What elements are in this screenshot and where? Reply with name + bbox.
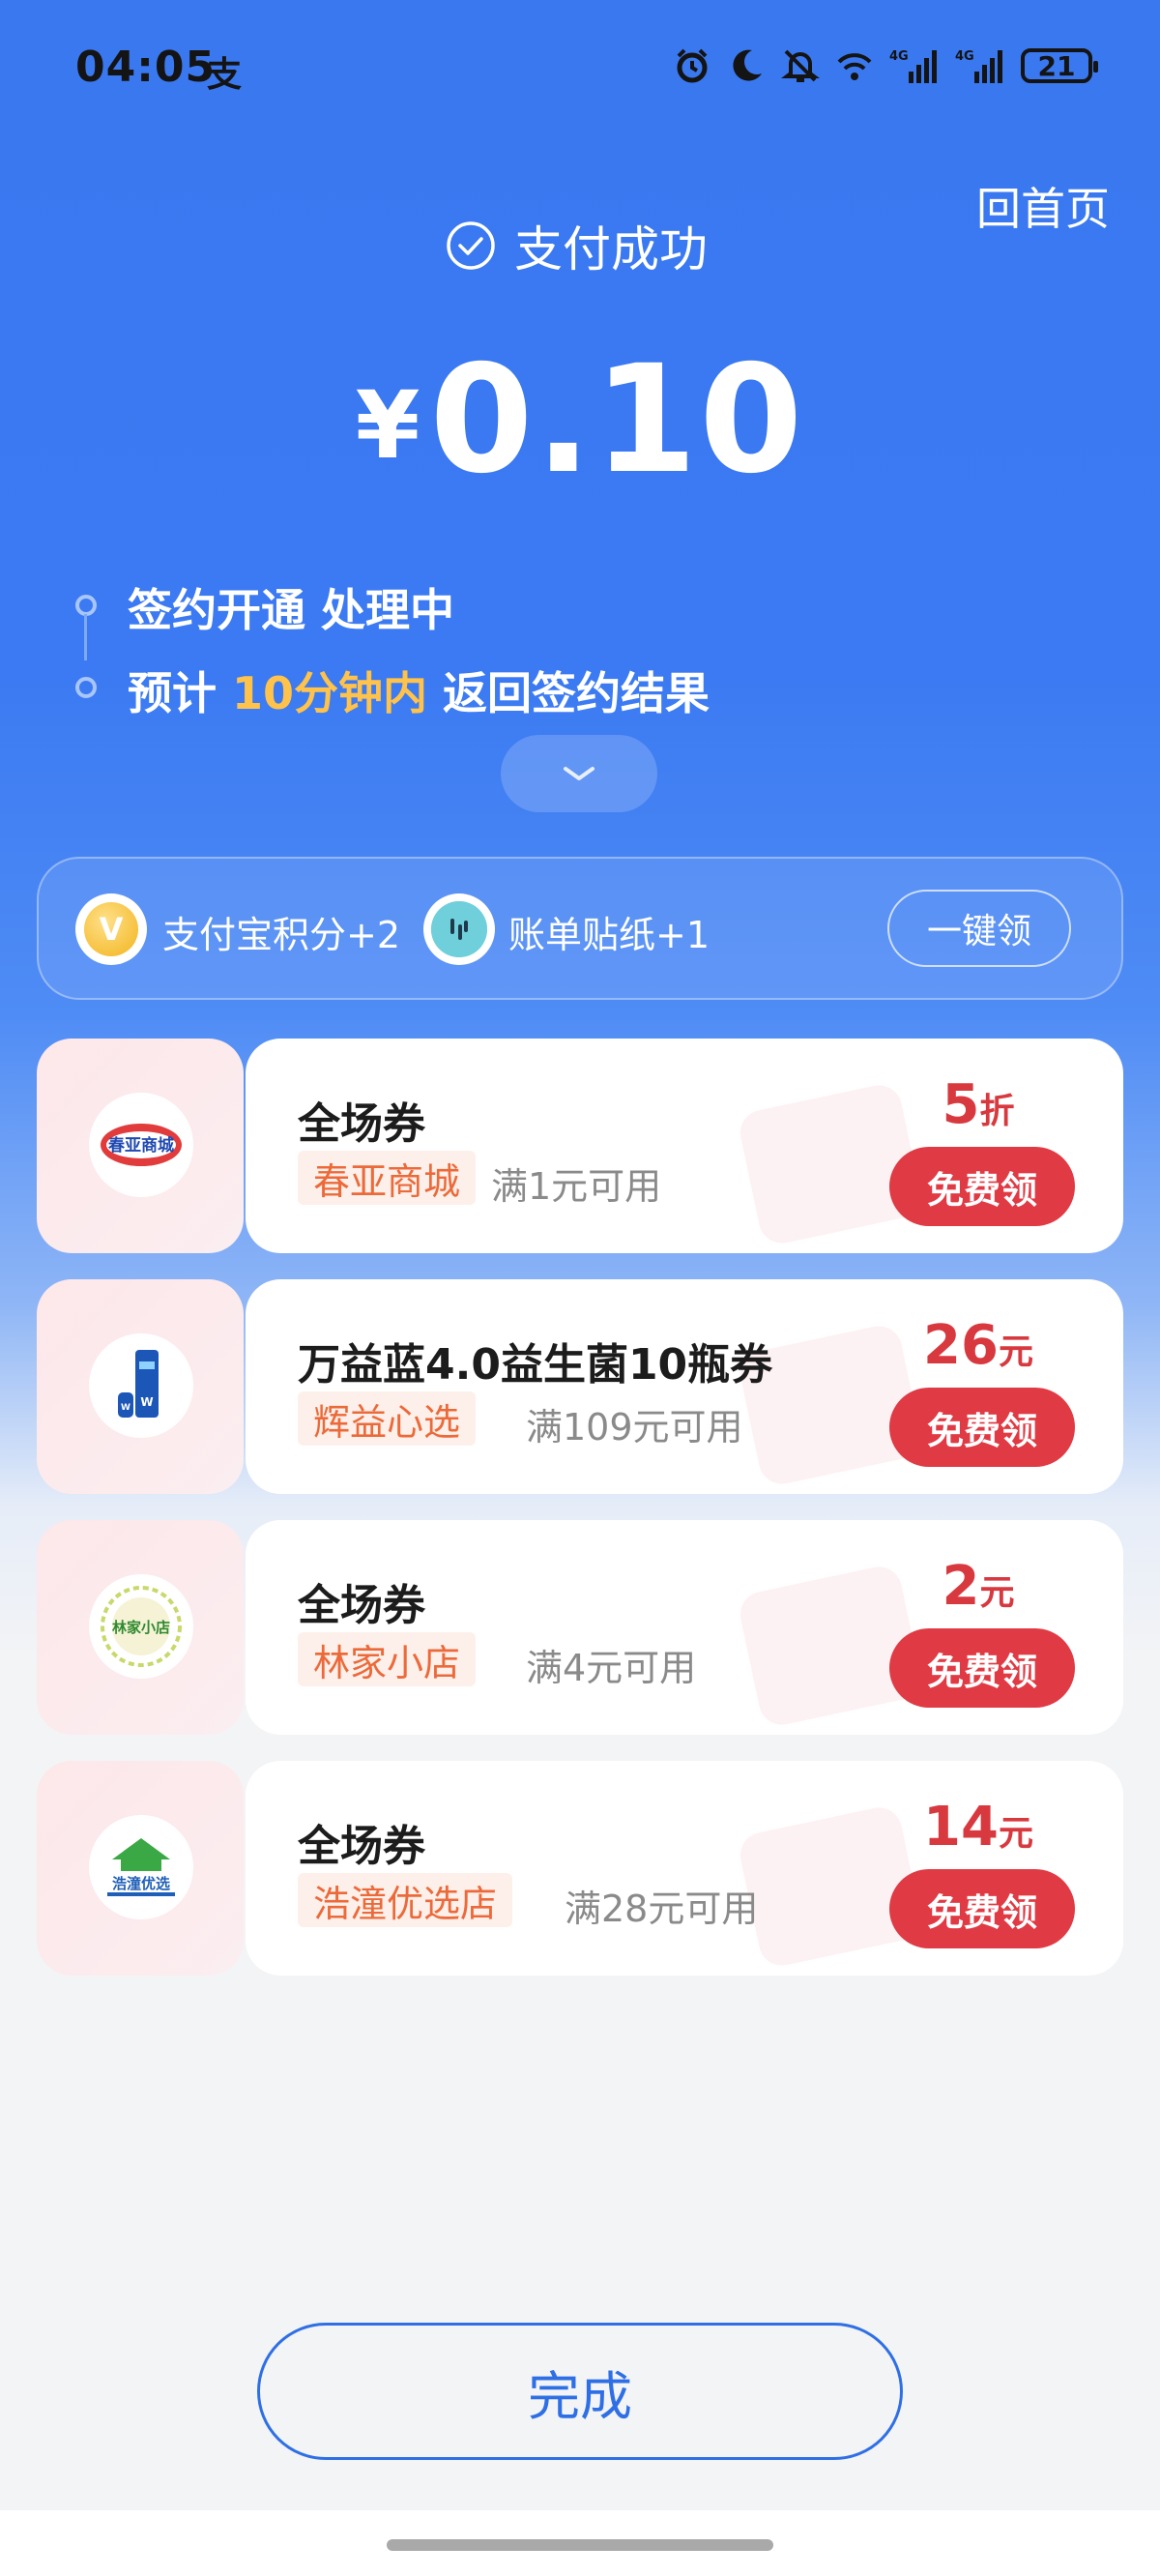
coupon-condition: 满1元可用 xyxy=(491,1165,662,1208)
currency-symbol: ¥ xyxy=(355,371,420,480)
coupon-value: 5折 xyxy=(882,1073,1075,1136)
done-button[interactable]: 完成 xyxy=(257,2323,903,2460)
coupon-value-unit: 元 xyxy=(998,1814,1033,1854)
status-time: 04:05 xyxy=(75,43,217,92)
alipay-status-icon: 支 xyxy=(207,55,243,95)
check-circle-icon xyxy=(447,221,495,270)
chevron-down-icon xyxy=(564,767,594,780)
payment-status: 支付成功 xyxy=(445,211,708,280)
sticker-icon xyxy=(423,893,495,965)
coupon-card: 林家小店 全场券 林家小店 满4元可用 2元 免费领 xyxy=(37,1520,1123,1735)
coupon-body: 全场券 林家小店 满4元可用 2元 免费领 xyxy=(246,1520,1123,1735)
coupon-stub: 林家小店 xyxy=(37,1520,244,1735)
rewards-bar: V 支付宝积分+2 账单贴纸+1 一键领 xyxy=(37,857,1123,1000)
coupon-stub: 春亚商城 xyxy=(37,1039,244,1253)
store-logo: 浩潼优选 xyxy=(89,1815,193,1919)
store-logo: 林家小店 xyxy=(89,1574,193,1679)
signal-4g-icon: 4G xyxy=(889,49,937,83)
store-logo: WW xyxy=(89,1333,193,1438)
coupon-body: 全场券 浩潼优选店 满28元可用 14元 免费领 xyxy=(246,1761,1123,1976)
coupon-card: 浩潼优选 全场券 浩潼优选店 满28元可用 14元 免费领 xyxy=(37,1761,1123,1976)
timeline-highlight: 10分钟内 xyxy=(232,667,428,719)
store-logo-text: 林家小店 xyxy=(112,1619,170,1636)
coupon-value-unit: 元 xyxy=(998,1332,1033,1372)
expand-button[interactable] xyxy=(501,735,657,812)
coupon-card: 春亚商城 全场券 春亚商城 满1元可用 5折 免费领 xyxy=(37,1039,1123,1253)
alarm-icon xyxy=(677,48,708,83)
timeline-connector xyxy=(84,614,87,660)
amount-value: 0.10 xyxy=(429,334,805,507)
home-indicator[interactable] xyxy=(387,2539,773,2551)
claim-coupon-button[interactable]: 免费领 xyxy=(889,1628,1075,1708)
coupon-value: 14元 xyxy=(882,1796,1075,1859)
timeline-step-2: 预计 10分钟内 返回签约结果 xyxy=(128,659,710,722)
coupon-value: 26元 xyxy=(882,1314,1075,1377)
coupon-title: 全场券 xyxy=(298,1581,425,1630)
timeline-step-1: 签约开通 处理中 xyxy=(128,584,455,636)
svg-text:4G: 4G xyxy=(955,49,974,64)
timeline-step-2-prefix: 预计 xyxy=(128,667,233,719)
svg-text:W: W xyxy=(121,1403,130,1413)
svg-text:W: W xyxy=(140,1395,153,1409)
success-text: 支付成功 xyxy=(514,221,708,278)
payment-amount: ¥0.10 xyxy=(0,334,1160,507)
store-logo: 春亚商城 xyxy=(89,1093,193,1197)
claim-coupon-button[interactable]: 免费领 xyxy=(889,1388,1075,1467)
coupon-value-number: 2 xyxy=(942,1555,980,1618)
store-tag[interactable]: 辉益心选 xyxy=(298,1391,477,1446)
status-icons: 4G 4G 21 xyxy=(673,46,1098,85)
coupon-condition: 满28元可用 xyxy=(565,1888,759,1930)
claim-all-button[interactable]: 一键领 xyxy=(887,890,1071,967)
store-logo-text: 浩潼优选 xyxy=(112,1875,170,1892)
coupon-value-unit: 折 xyxy=(979,1092,1015,1131)
claim-coupon-button[interactable]: 免费领 xyxy=(889,1147,1075,1226)
timeline-dot xyxy=(75,595,97,616)
signal-4g-icon: 4G xyxy=(955,49,1002,83)
coupon-stub: 浩潼优选 xyxy=(37,1761,244,1976)
coupon-condition: 满109元可用 xyxy=(526,1406,743,1449)
home-link[interactable]: 回首页 xyxy=(976,174,1110,238)
sticker-reward: 账单贴纸+1 xyxy=(508,914,710,956)
coupon-value-number: 26 xyxy=(923,1314,999,1377)
points-coin-glyph: V xyxy=(84,902,138,956)
mute-icon xyxy=(781,49,820,82)
coupon-condition: 满4元可用 xyxy=(526,1647,697,1689)
battery-icon: 21 xyxy=(1021,48,1098,83)
coupon-stub: WW xyxy=(37,1279,244,1494)
store-tag[interactable]: 浩潼优选店 xyxy=(298,1873,513,1927)
svg-text:4G: 4G xyxy=(889,49,909,64)
coupon-card: WW 万益蓝4.0益生菌10瓶券 辉益心选 满109元可用 26元 免费领 xyxy=(37,1279,1123,1494)
coupon-value: 2元 xyxy=(882,1555,1075,1618)
coupon-body: 全场券 春亚商城 满1元可用 5折 免费领 xyxy=(246,1039,1123,1253)
coupon-title: 全场券 xyxy=(298,1099,425,1149)
coupon-title: 全场券 xyxy=(298,1822,425,1871)
coupon-value-number: 14 xyxy=(923,1796,999,1859)
moon-icon xyxy=(733,49,762,81)
coupon-value-number: 5 xyxy=(942,1073,980,1136)
coupon-body: 万益蓝4.0益生菌10瓶券 辉益心选 满109元可用 26元 免费领 xyxy=(246,1279,1123,1494)
points-coin-icon: V xyxy=(75,893,147,965)
status-bar: 04:05 支 4G 4G 21 xyxy=(0,0,1160,140)
coupon-title: 万益蓝4.0益生菌10瓶券 xyxy=(298,1340,773,1390)
store-tag[interactable]: 春亚商城 xyxy=(298,1151,477,1205)
store-tag[interactable]: 林家小店 xyxy=(298,1632,477,1686)
store-logo-text: 春亚商城 xyxy=(108,1135,174,1156)
timeline-step-2-suffix: 返回签约结果 xyxy=(427,667,710,719)
claim-coupon-button[interactable]: 免费领 xyxy=(889,1869,1075,1948)
points-reward: 支付宝积分+2 xyxy=(162,914,401,956)
timeline-dot xyxy=(75,677,97,698)
wifi-icon xyxy=(837,53,872,80)
coupon-value-unit: 元 xyxy=(979,1573,1015,1613)
sticker-face xyxy=(431,901,487,957)
